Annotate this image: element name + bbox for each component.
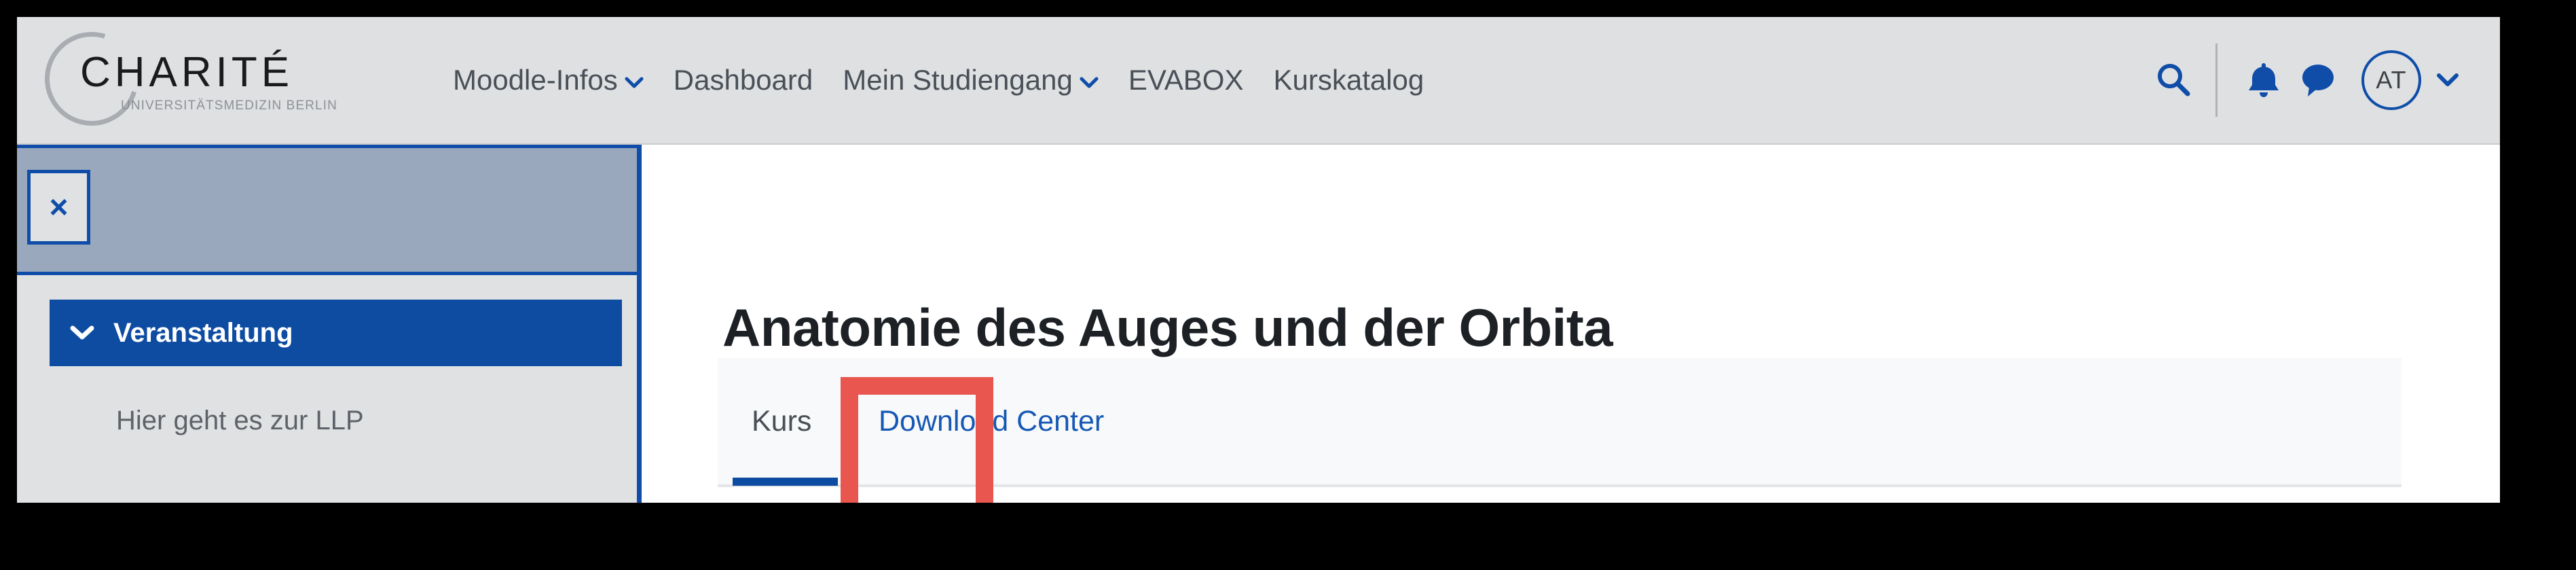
screenshot-frame: CHARITÉ UNIVERSITÄTSMEDIZIN BERLIN Moodl… (0, 0, 2576, 570)
nav-item-label: Mein Studiengang (843, 64, 1073, 96)
page-title: Anatomie des Auges und der Orbita (722, 298, 1613, 358)
header-divider (2215, 43, 2218, 117)
course-tabs: Kurs Download Center (718, 358, 2402, 487)
avatar-initials: AT (2376, 66, 2407, 94)
bell-icon[interactable] (2237, 46, 2291, 114)
chevron-down-icon (625, 77, 644, 89)
nav-item-moodle-infos[interactable]: Moodle-Infos (438, 64, 659, 96)
search-icon[interactable] (2146, 46, 2201, 114)
chat-bubble-icon[interactable] (2291, 46, 2345, 114)
drawer-header: × (17, 145, 637, 275)
charite-logo[interactable]: CHARITÉ UNIVERSITÄTSMEDIZIN BERLIN (28, 17, 360, 143)
primary-nav: Moodle-Infos Dashboard Mein Studiengang … (438, 17, 1439, 143)
browser-viewport: CHARITÉ UNIVERSITÄTSMEDIZIN BERLIN Moodl… (17, 17, 2500, 503)
tab-label: Download Center (879, 404, 1105, 438)
close-icon: × (49, 189, 69, 226)
avatar[interactable]: AT (2361, 50, 2421, 110)
nav-item-label: Moodle-Infos (453, 64, 618, 96)
main-content: Anatomie des Auges und der Orbita Kurs D… (646, 145, 2500, 503)
logo-wordmark: CHARITÉ (80, 49, 294, 96)
nav-item-label: Dashboard (673, 64, 813, 96)
sidebar-link-label: Hier geht es zur LLP (116, 406, 364, 435)
tab-kurs[interactable]: Kurs (733, 358, 830, 484)
tab-download-center[interactable]: Download Center (858, 358, 1124, 484)
close-drawer-button[interactable]: × (27, 170, 90, 245)
header-tools: AT (2146, 17, 2459, 143)
logo-subtitle: UNIVERSITÄTSMEDIZIN BERLIN (121, 99, 337, 113)
sidebar-link-llp[interactable]: Hier geht es zur LLP (17, 406, 637, 436)
nav-item-mein-studiengang[interactable]: Mein Studiengang (828, 64, 1114, 96)
nav-item-label: EVABOX (1128, 64, 1244, 96)
nav-item-dashboard[interactable]: Dashboard (659, 64, 828, 96)
site-header: CHARITÉ UNIVERSITÄTSMEDIZIN BERLIN Moodl… (17, 17, 2500, 145)
drawer-body: Veranstaltung Hier geht es zur LLP (17, 275, 637, 436)
tab-label: Kurs (752, 404, 812, 438)
active-tab-indicator (733, 478, 838, 486)
sidebar-item-veranstaltung[interactable]: Veranstaltung (50, 300, 622, 366)
chevron-down-icon[interactable] (2436, 73, 2459, 88)
chevron-down-icon (1080, 77, 1099, 89)
course-index-drawer: × Veranstaltung Hier geht es zur LLP (17, 145, 642, 503)
sidebar-item-label: Veranstaltung (113, 317, 293, 348)
nav-item-kurskatalog[interactable]: Kurskatalog (1258, 64, 1439, 96)
nav-item-label: Kurskatalog (1273, 64, 1424, 96)
chevron-down-icon (70, 325, 94, 340)
nav-item-evabox[interactable]: EVABOX (1114, 64, 1259, 96)
